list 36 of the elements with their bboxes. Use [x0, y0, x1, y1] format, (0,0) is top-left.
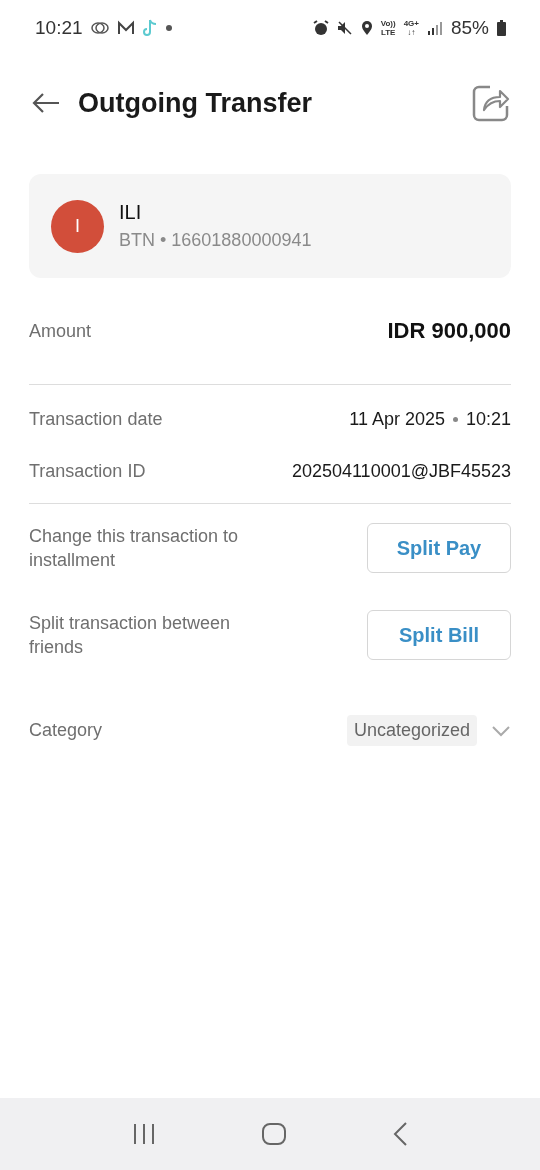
action-description: Change this transaction to installment [29, 525, 240, 572]
recipient-account: BTN • 16601880000941 [119, 230, 312, 251]
battery-icon [497, 20, 506, 36]
share-icon[interactable] [472, 84, 510, 122]
mail-icon [116, 20, 135, 36]
dot-icon [164, 24, 173, 32]
network-label: 4G+ ↓↑ [403, 19, 419, 37]
detail-value: 11 Apr 2025 [349, 409, 445, 430]
signal-icon [426, 21, 443, 35]
separator-dot [452, 417, 458, 422]
app-notification-icon [90, 20, 109, 36]
amount-label: Amount [29, 320, 92, 342]
detail-time: 10:21 [465, 409, 511, 430]
action-description: Split transaction between friends [29, 612, 232, 659]
recipient-name: ILI [119, 201, 143, 224]
battery-percent: 85% [450, 17, 489, 39]
mute-icon [336, 20, 353, 36]
recents-icon[interactable] [132, 1122, 157, 1146]
status-time: 10:21 [35, 17, 83, 39]
back-nav-icon[interactable] [391, 1121, 408, 1147]
music-note-icon [142, 19, 157, 37]
category-label: Category [29, 720, 103, 741]
detail-value: 202504110001@JBF45523 [291, 461, 511, 482]
category-chip[interactable]: Uncategorized [346, 715, 477, 746]
detail-label: Transaction ID [29, 461, 146, 482]
recipient-avatar: I [51, 199, 104, 253]
split-button[interactable]: Split Pay [367, 523, 511, 573]
location-icon [360, 20, 373, 36]
home-icon[interactable] [261, 1122, 287, 1146]
alarm-icon [312, 20, 329, 36]
back-icon[interactable] [32, 93, 60, 113]
network-label: Vo)) LTE [380, 19, 396, 37]
detail-label: Transaction date [29, 409, 163, 430]
page-title: Outgoing Transfer [78, 87, 313, 119]
split-button[interactable]: Split Bill [367, 610, 511, 660]
amount-value: IDR 900,000 [387, 318, 511, 344]
